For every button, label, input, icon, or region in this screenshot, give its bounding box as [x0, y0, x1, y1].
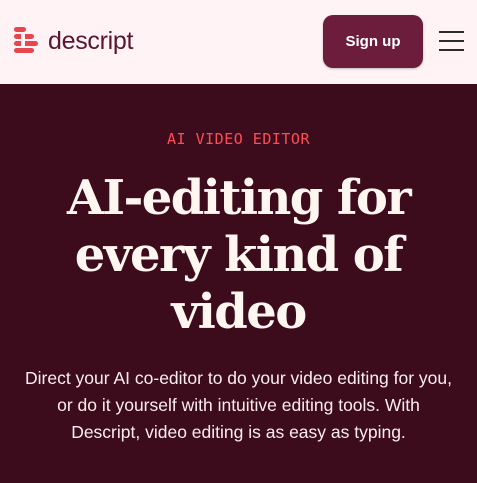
logo-text: descript [48, 27, 134, 55]
sign-up-button[interactable]: Sign up [323, 15, 423, 68]
hamburger-menu-icon[interactable] [439, 29, 464, 53]
descript-logo[interactable]: descript [14, 24, 133, 58]
descript-logo-icon [14, 27, 38, 53]
hero-section: AI VIDEO EDITOR AI-editing for every kin… [0, 84, 477, 483]
hero-headline: AI-editing for every kind of video [66, 170, 412, 340]
hero-subtext: Direct your AI co-editor to do your vide… [24, 368, 453, 442]
hero-eyebrow: AI VIDEO EDITOR [167, 130, 310, 148]
site-header: descript Sign up [0, 0, 477, 84]
